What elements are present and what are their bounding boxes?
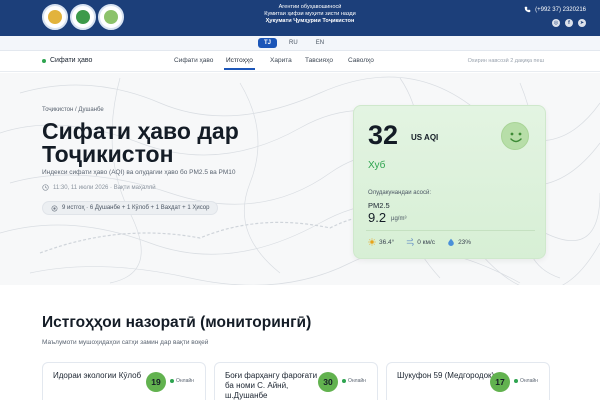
station-aqi-badge: 17 [490, 372, 510, 392]
sun-icon [368, 238, 376, 246]
pollutant-value: 9.2 [368, 210, 387, 225]
agency-name: Агентии обуҳавошиносӣ Кумитаи ҳифзи муҳи… [200, 4, 420, 26]
agency-line: Кумитаи ҳифзи муҳити зисти назди [264, 11, 356, 18]
station-name: Идораи экологии Кӯлоб [53, 371, 142, 380]
facebook-icon[interactable]: f [565, 19, 573, 27]
clock-icon [42, 184, 49, 191]
agency-line: Агентии обуҳавошиносӣ [278, 4, 342, 10]
language-bar: TJ RU EN [0, 36, 600, 51]
telegram-icon[interactable]: ➤ [578, 19, 586, 27]
status-dot-icon [42, 58, 46, 63]
stations-section-subtitle: Маълумоти мушоҳидаҳои сатҳи замин дар ва… [42, 339, 209, 346]
nav-item-stations[interactable]: Истгоҳҳо [224, 57, 255, 70]
committee-emblem-icon [70, 4, 96, 30]
online-dot-icon [342, 379, 346, 383]
main-pollutant: PM2.5 [368, 201, 390, 210]
main-pollutant-label: Олудакунандаи асосӣ: [368, 190, 432, 196]
page-title-line: Сифати ҳаво дар [42, 118, 239, 144]
aqi-unit: US AQI [411, 133, 439, 142]
station-card[interactable]: Шукуфон 59 (Медгородок) 17 Онлайн [386, 362, 550, 400]
site-brand[interactable]: Сифати ҳаво [42, 57, 92, 64]
smiley-face-icon [501, 122, 529, 150]
nav-item-recommendations[interactable]: Тавсияҳо [305, 57, 333, 64]
pollutant-unit: µg/m³ [391, 216, 407, 222]
phone-icon [524, 6, 531, 13]
aqi-card: 32 US AQI Хуб Олудакунандаи асосӣ: PM2.5… [353, 105, 546, 259]
weather-stats: 36.4° 0 км/с 23% [368, 238, 471, 246]
page-title-line: Тоҷикистон [42, 141, 174, 167]
top-banner: Агентии обуҳавошиносӣ Кумитаи ҳифзи муҳи… [0, 0, 600, 36]
humidity-stat: 23% [447, 238, 471, 246]
language-switcher: TJ RU EN [258, 38, 330, 48]
lang-tj[interactable]: TJ [258, 38, 278, 48]
wind-stat: 0 км/с [406, 238, 435, 246]
main-nav: Сифати ҳаво Сифати ҳаво Истгоҳҳо Харита … [0, 52, 600, 72]
card-divider [366, 230, 535, 231]
stations-section-title: Истгоҳҳои назоратӣ (мониторингӣ) [42, 314, 312, 331]
page-title: Сифати ҳаво дар Тоҷикистон [42, 120, 342, 166]
sensor-icon [51, 205, 58, 211]
aqi-value: 32 [368, 120, 399, 150]
lang-ru[interactable]: RU [283, 38, 304, 48]
station-card[interactable]: Идораи экологии Кӯлоб 19 Онлайн [42, 362, 206, 400]
stations-summary: 9 истгоҳ · 6 Душанбе + 1 Кӯлоб + 1 Вахда… [62, 205, 210, 211]
online-dot-icon [170, 379, 174, 383]
station-name: Шукуфон 59 (Медгородок) [397, 371, 495, 380]
hydromet-emblem-icon [98, 4, 124, 30]
station-status-text: Онлайн [520, 378, 538, 384]
station-status-text: Онлайн [176, 378, 194, 384]
humidity-value: 23% [458, 238, 472, 246]
instagram-icon[interactable]: ◎ [552, 19, 560, 27]
temperature-stat: 36.4° [368, 238, 394, 246]
breadcrumb[interactable]: Тоҷикистон / Душанбе [42, 107, 104, 113]
station-aqi-badge: 19 [146, 372, 166, 392]
last-updated: Охирин навсозӣ 2 дақиқа пеш [467, 58, 544, 64]
agency-line: Ҳукумати Ҷумҳурии Тоҷикистон [265, 18, 355, 25]
station-card[interactable]: Боғи фарҳангу фароғати ба номи С. Айнӣ, … [214, 362, 378, 400]
stations-summary-pill[interactable]: 9 истгоҳ · 6 Душанбе + 1 Кӯлоб + 1 Вахда… [42, 201, 219, 215]
nav-item-faq[interactable]: Саволҳо [348, 57, 374, 64]
humidity-droplet-icon [448, 238, 454, 246]
station-status-text: Онлайн [348, 378, 366, 384]
station-aqi-badge: 30 [318, 372, 338, 392]
online-dot-icon [514, 379, 518, 383]
timestamp-text: 11:30, 11 июли 2026 · Вақти маҳаллӣ [53, 184, 156, 191]
page-subtitle: Индекси сифати ҳаво (AQI) ва олудагии ҳа… [42, 169, 236, 176]
station-status: Онлайн [514, 378, 538, 384]
brand-label: Сифати ҳаво [50, 57, 93, 64]
station-name: Боғи фарҳангу фароғати ба номи С. Айнӣ, … [225, 371, 318, 400]
social-links: ◎ f ➤ [552, 19, 586, 27]
phone-number: (+992 37) 2320216 [535, 6, 586, 13]
lang-en[interactable]: EN [310, 38, 330, 48]
station-status: Онлайн [170, 378, 194, 384]
nav-item-map[interactable]: Харита [270, 57, 292, 64]
state-emblem-icon [42, 4, 68, 30]
wind-value: 0 км/с [417, 238, 436, 246]
temperature-value: 36.4° [379, 238, 395, 246]
contact-phone[interactable]: (+992 37) 2320216 [524, 6, 586, 13]
nav-item-air-quality[interactable]: Сифати ҳаво [174, 57, 213, 64]
station-status: Онлайн [342, 378, 366, 384]
aqi-status: Хуб [368, 160, 386, 171]
wind-icon [407, 238, 414, 246]
timestamp: 11:30, 11 июли 2026 · Вақти маҳаллӣ [42, 184, 156, 191]
